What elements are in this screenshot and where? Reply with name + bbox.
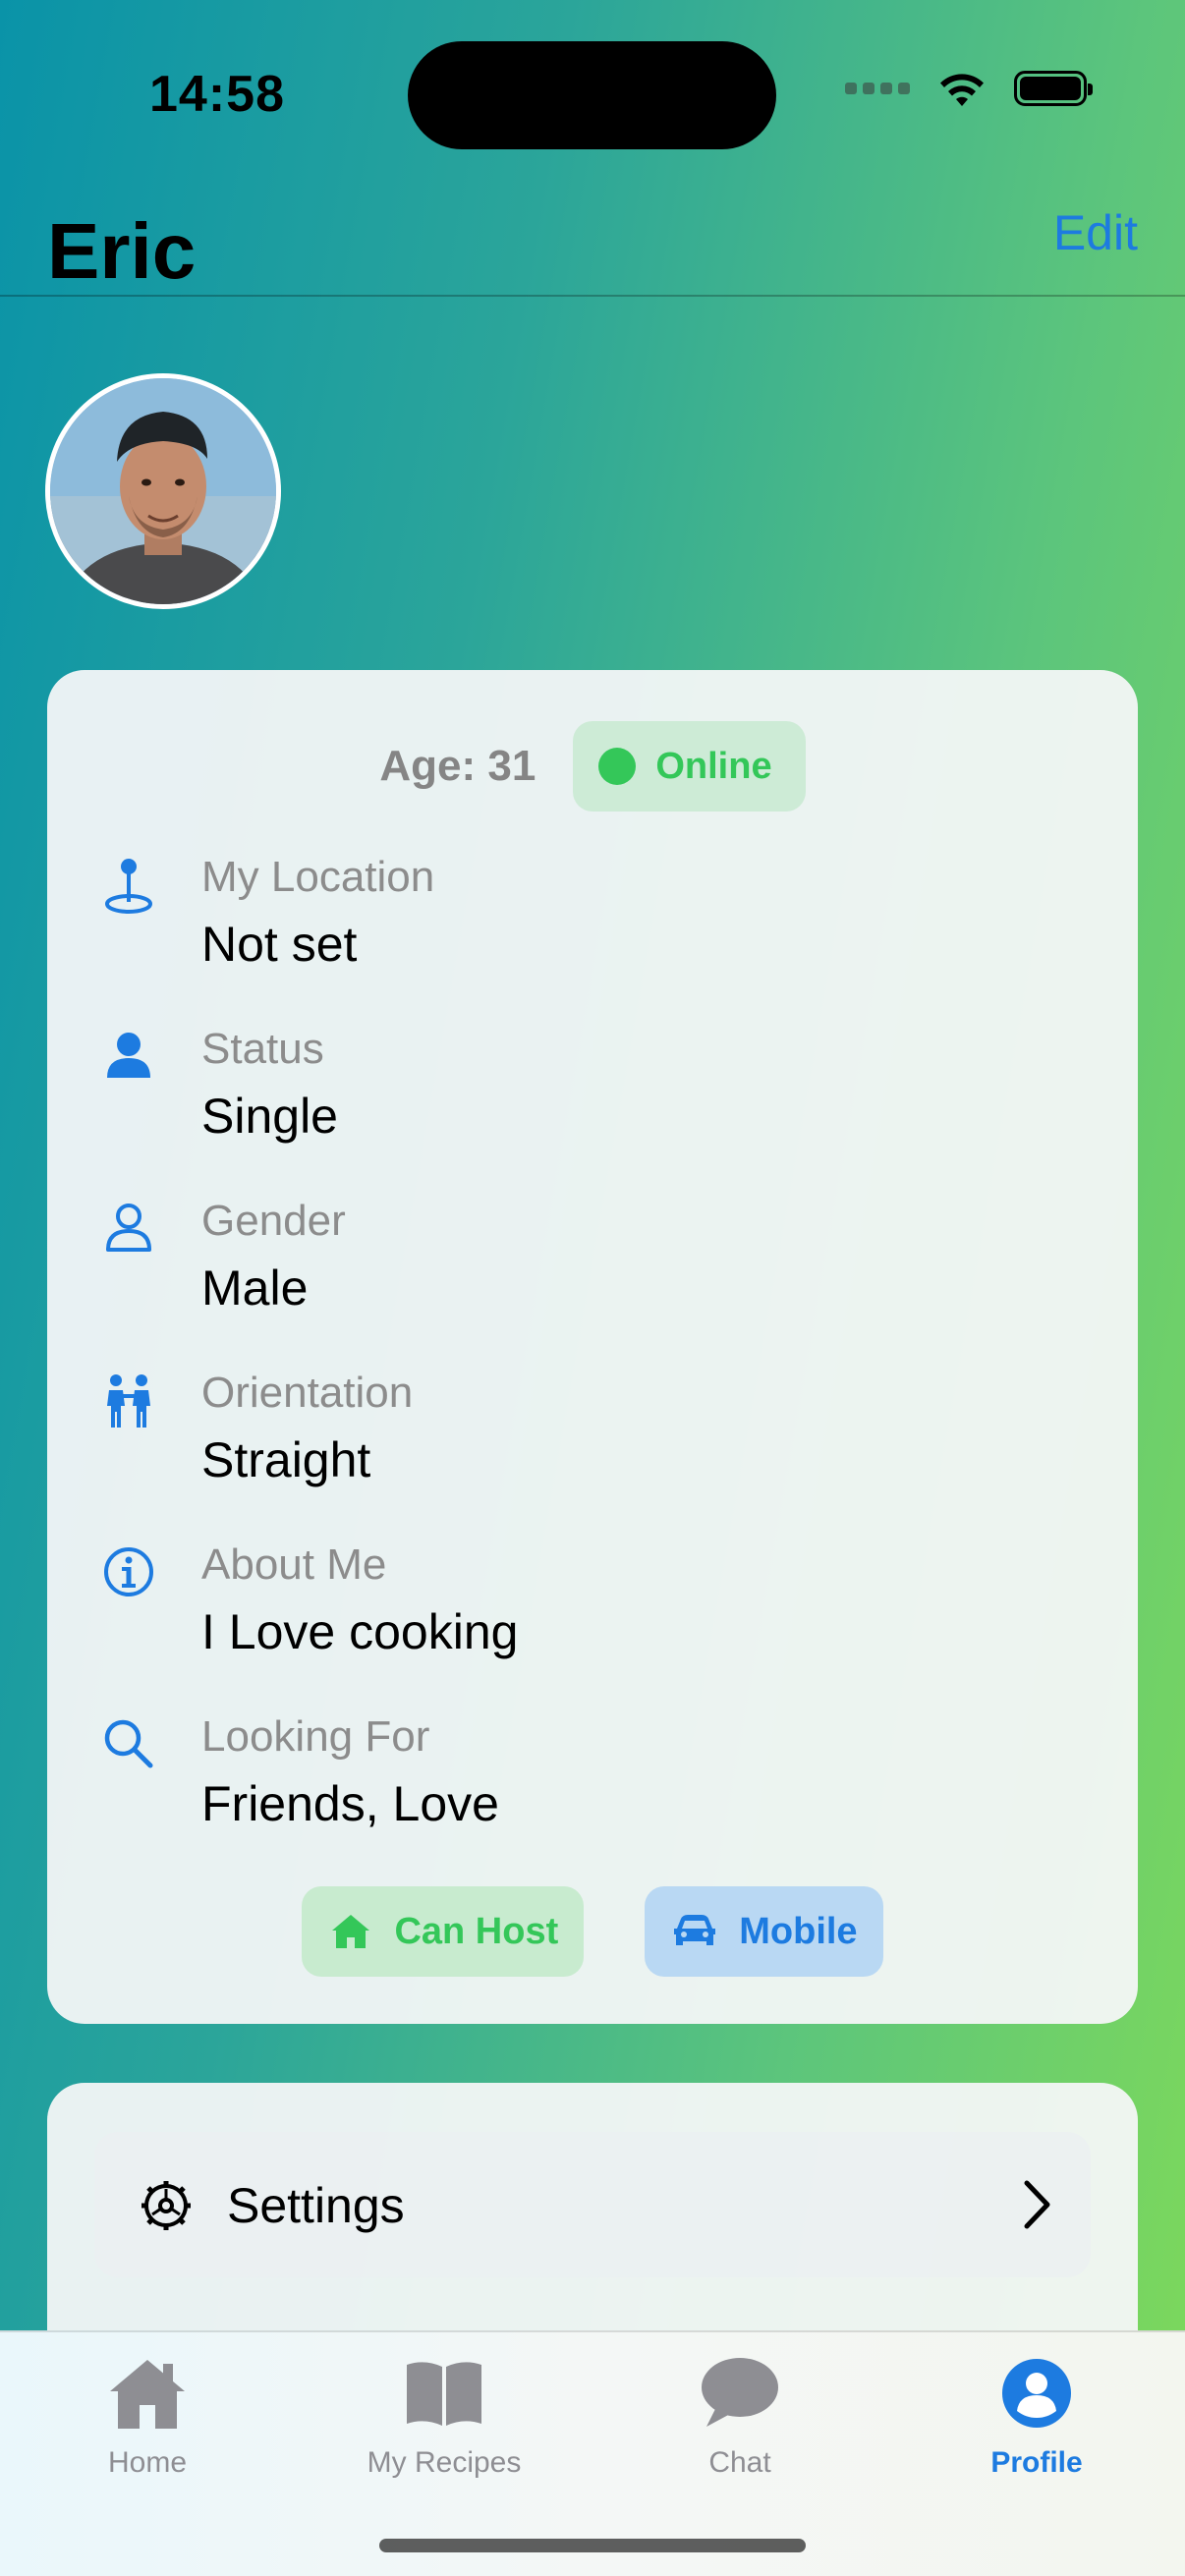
settings-row[interactable]: Settings <box>94 2132 1091 2277</box>
info-circle-icon <box>104 1547 153 1596</box>
chevron-right-icon <box>1024 2180 1050 2229</box>
info-value: Male <box>201 1260 309 1316</box>
info-item-status: Status Single <box>47 1025 1138 1197</box>
info-label: Status <box>201 1025 324 1073</box>
profile-chips: Can Host Mobile <box>47 1886 1138 1977</box>
tab-label: My Recipes <box>367 2446 522 2479</box>
book-icon <box>407 2362 481 2426</box>
person-circle-icon <box>1002 2359 1071 2428</box>
car-icon <box>674 1915 716 1945</box>
can-host-label: Can Host <box>394 1910 559 1952</box>
info-value: I Love cooking <box>201 1604 519 1659</box>
info-label: Gender <box>201 1197 346 1245</box>
two-people-icon <box>107 1374 150 1428</box>
mobile-label: Mobile <box>739 1910 858 1952</box>
header-divider <box>0 295 1185 297</box>
mobile-chip: Mobile <box>645 1886 883 1977</box>
dynamic-island <box>408 41 776 149</box>
status-indicators <box>845 69 1093 108</box>
person-fill-icon <box>107 1033 150 1078</box>
age-status-row: Age: 31 Online <box>47 721 1138 812</box>
profile-info-list: My Location Not set Status Single Gender… <box>47 853 1138 1884</box>
avatar-photo <box>50 378 276 604</box>
can-host-chip: Can Host <box>302 1886 585 1977</box>
tab-profile[interactable]: Profile <box>919 2352 1155 2499</box>
home-indicator <box>379 2539 806 2552</box>
page-title: Eric <box>47 207 197 295</box>
info-item-about: About Me I Love cooking <box>47 1540 1138 1712</box>
info-item-gender: Gender Male <box>47 1197 1138 1369</box>
info-value: Not set <box>201 917 358 972</box>
magnifying-glass-icon <box>104 1719 153 1768</box>
online-status-badge: Online <box>573 721 806 812</box>
person-outline-icon <box>106 1204 151 1252</box>
settings-label: Settings <box>227 2178 405 2233</box>
info-label: My Location <box>201 853 435 901</box>
tab-label: Chat <box>708 2446 771 2479</box>
info-item-orientation: Orientation Straight <box>47 1369 1138 1540</box>
info-value: Single <box>201 1089 338 1144</box>
info-value: Straight <box>201 1432 371 1487</box>
tab-chat[interactable]: Chat <box>622 2352 858 2499</box>
online-label: Online <box>655 745 772 787</box>
tab-home[interactable]: Home <box>29 2352 265 2499</box>
profile-info-card: Age: 31 Online My Location Not set Statu… <box>47 670 1138 2024</box>
info-item-looking-for: Looking For Friends, Love <box>47 1712 1138 1884</box>
tab-label: Profile <box>990 2446 1083 2479</box>
info-label: Orientation <box>201 1369 414 1417</box>
info-value: Friends, Love <box>201 1776 499 1831</box>
wifi-icon <box>940 74 984 106</box>
info-label: About Me <box>201 1540 387 1589</box>
speech-bubble-icon <box>702 2358 778 2427</box>
gear-icon <box>141 2181 191 2230</box>
info-label: Looking For <box>201 1712 430 1761</box>
battery-icon <box>1014 71 1093 106</box>
tab-label: Home <box>107 2446 188 2479</box>
edit-button[interactable]: Edit <box>1053 204 1138 261</box>
profile-screen: 14:58 Eric Edit Age: 31 Online My Locati… <box>0 0 1185 2576</box>
avatar[interactable] <box>45 373 281 609</box>
tab-my-recipes[interactable]: My Recipes <box>326 2352 562 2499</box>
house-icon <box>332 1915 370 1948</box>
age-label: Age: 31 <box>379 742 536 790</box>
info-item-location: My Location Not set <box>47 853 1138 1025</box>
location-pin-icon <box>105 859 152 914</box>
house-icon <box>110 2360 185 2429</box>
online-dot-icon <box>598 748 637 785</box>
cellular-signal-icon <box>845 83 910 94</box>
status-time: 14:58 <box>149 66 285 123</box>
